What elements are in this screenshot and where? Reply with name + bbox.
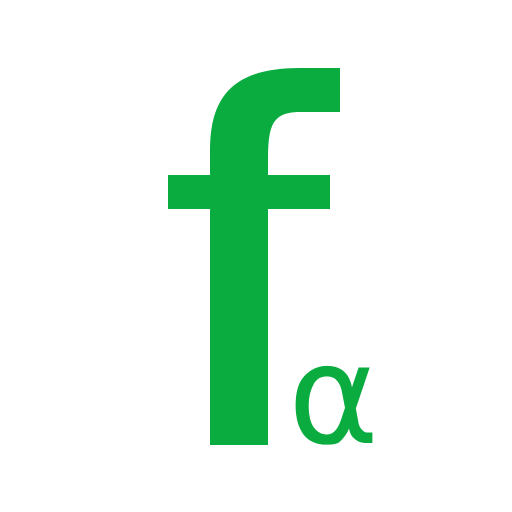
alpha-subscript: α [288,315,379,476]
app-icon: α f [0,0,512,512]
f-alpha-logo: α [168,68,379,476]
letter-f-crossbar [168,175,330,209]
